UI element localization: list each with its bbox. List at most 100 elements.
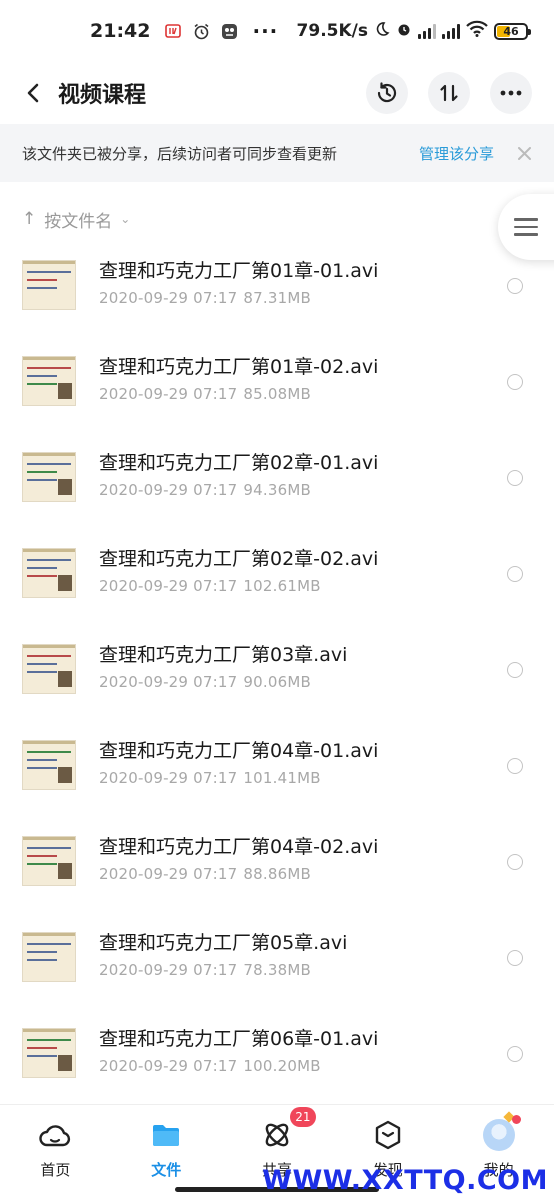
manage-share-link[interactable]: 管理该分享 (419, 143, 494, 164)
file-date: 2020-09-29 (99, 385, 188, 403)
sort-selector[interactable]: ↑ 按文件名 ⌄ (0, 196, 554, 242)
file-row[interactable]: 查理和巧克力工厂第04章-01.avi 2020-09-29 07:17101.4… (0, 726, 554, 822)
file-date: 2020-09-29 (99, 961, 188, 979)
file-name: 查理和巧克力工厂第01章-01.avi (99, 256, 378, 283)
file-row[interactable]: 查理和巧克力工厂第03章.avi 2020-09-29 07:17 90.06MB (0, 630, 554, 726)
share-banner: 该文件夹已被分享，后续访问者可同步查看更新 管理该分享 (0, 124, 554, 182)
history-button[interactable] (366, 72, 408, 114)
file-time: 07:17 (193, 865, 237, 883)
close-icon (518, 147, 531, 160)
file-meta: 2020-09-29 07:17101.41MB (99, 769, 321, 787)
nav-label: 文件 (151, 1159, 181, 1180)
file-time: 07:17 (193, 289, 237, 307)
file-time: 07:17 (193, 577, 237, 595)
file-meta: 2020-09-29 07:17 102.61MB (99, 577, 321, 595)
file-size: 85.08MB (243, 385, 311, 403)
network-speed: 79.5K/s (297, 21, 368, 41)
file-date: 2020-09-29 (99, 1057, 188, 1075)
file-row[interactable]: 查理和巧克力工厂第02章-02.avi 2020-09-29 07:17 102.6… (0, 534, 554, 630)
nav-files[interactable]: 文件 (111, 1105, 222, 1200)
file-time: 07:17 (193, 1057, 237, 1075)
select-radio[interactable] (507, 662, 523, 678)
file-row[interactable]: 查理和巧克力工厂第06章-01.avi2020-09-29 07:17100.2… (0, 1014, 554, 1110)
file-size: 78.38MB (243, 961, 311, 979)
back-button[interactable] (14, 73, 54, 113)
file-size: 101.41MB (243, 769, 320, 787)
select-radio[interactable] (507, 374, 523, 390)
alarm-small-icon (396, 21, 412, 42)
video-thumbnail (22, 836, 76, 886)
file-meta: 2020-09-29 07:17 88.86MB (99, 865, 311, 883)
signal-icon-1 (418, 23, 436, 39)
header: 视频课程 (0, 62, 554, 124)
file-date: 2020-09-29 (99, 577, 188, 595)
more-notifications-icon: ··· (252, 19, 278, 43)
file-name: 查理和巧克力工厂第04章-01.avi (99, 736, 378, 763)
select-radio[interactable] (507, 278, 523, 294)
status-time: 21:42 (90, 20, 150, 42)
file-size: 102.61MB (243, 577, 320, 595)
file-time: 07:17 (193, 385, 237, 403)
battery-level: 46 (496, 25, 526, 38)
select-radio[interactable] (507, 758, 523, 774)
file-meta: 2020-09-29 07:17 87.31MB (99, 289, 311, 307)
file-name: 查理和巧克力工厂第03章.avi (99, 640, 347, 667)
file-row[interactable]: 查理和巧克力工厂第04章-02.avi2020-09-29 07:1788.86… (0, 822, 554, 918)
file-size: 88.86MB (243, 865, 311, 883)
video-thumbnail (22, 452, 76, 502)
sort-toggle-icon (438, 82, 460, 104)
file-time: 07:17 (193, 673, 237, 691)
file-list: 查理和巧克力工厂第01章-01.avi 2020-09-29 07:17 87.31… (0, 246, 554, 1110)
file-date: 2020-09-29 (99, 481, 188, 499)
file-size: 87.31MB (243, 289, 311, 307)
file-row[interactable]: 查理和巧克力工厂第05章.avi2020-09-29 07:1778.38MB (0, 918, 554, 1014)
battery-icon: 46 (494, 23, 528, 40)
chevron-down-icon: ⌄ (120, 212, 130, 226)
status-bar: 21:42 ··· 79.5K/s 46 (0, 0, 554, 62)
select-radio[interactable] (507, 1046, 523, 1062)
select-radio[interactable] (507, 470, 523, 486)
video-thumbnail (22, 1028, 76, 1078)
video-thumbnail (22, 548, 76, 598)
close-banner-button[interactable] (516, 145, 532, 161)
file-size: 90.06MB (243, 673, 311, 691)
file-row[interactable]: 查理和巧克力工厂第01章-02.avi2020-09-29 07:1785.08… (0, 342, 554, 438)
file-row[interactable]: 查理和巧克力工厂第01章-01.avi 2020-09-29 07:17 87.31… (0, 246, 554, 342)
file-date: 2020-09-29 (99, 673, 188, 691)
avatar-icon (483, 1119, 515, 1151)
video-thumbnail (22, 932, 76, 982)
file-meta: 2020-09-29 07:1794.36MB (99, 481, 311, 499)
select-radio[interactable] (507, 566, 523, 582)
nav-label: 首页 (40, 1159, 70, 1180)
sort-label: 按文件名 (44, 207, 112, 232)
share-badge: 21 (290, 1107, 315, 1127)
more-button[interactable] (490, 72, 532, 114)
folder-icon (150, 1119, 182, 1151)
share-banner-text: 该文件夹已被分享，后续访问者可同步查看更新 (22, 143, 337, 164)
video-thumbnail (22, 740, 76, 790)
file-name: 查理和巧克力工厂第06章-01.avi (99, 1024, 378, 1051)
sort-toggle-button[interactable] (428, 72, 470, 114)
file-meta: 2020-09-29 07:17 90.06MB (99, 673, 311, 691)
file-name: 查理和巧克力工厂第02章-02.avi (99, 544, 378, 571)
select-radio[interactable] (507, 950, 523, 966)
watermark: WWW.XXTTQ.COM (262, 1165, 548, 1196)
file-row[interactable]: 查理和巧克力工厂第02章-01.avi2020-09-29 07:1794.36… (0, 438, 554, 534)
select-radio[interactable] (507, 854, 523, 870)
file-date: 2020-09-29 (99, 865, 188, 883)
back-icon (23, 82, 45, 104)
file-size: 94.36MB (243, 481, 311, 499)
discover-box-icon (372, 1119, 404, 1151)
wifi-icon (466, 20, 488, 42)
video-thumbnail (22, 356, 76, 406)
alarm-icon (192, 22, 210, 40)
moon-icon (374, 21, 390, 42)
menu-icon (514, 218, 538, 236)
file-date: 2020-09-29 (99, 289, 188, 307)
nav-home[interactable]: 首页 (0, 1105, 111, 1200)
video-thumbnail (22, 260, 76, 310)
sort-up-arrow-icon: ↑ (22, 209, 36, 229)
file-time: 07:17 (193, 961, 237, 979)
more-icon (500, 90, 522, 96)
page-title: 视频课程 (58, 77, 146, 109)
